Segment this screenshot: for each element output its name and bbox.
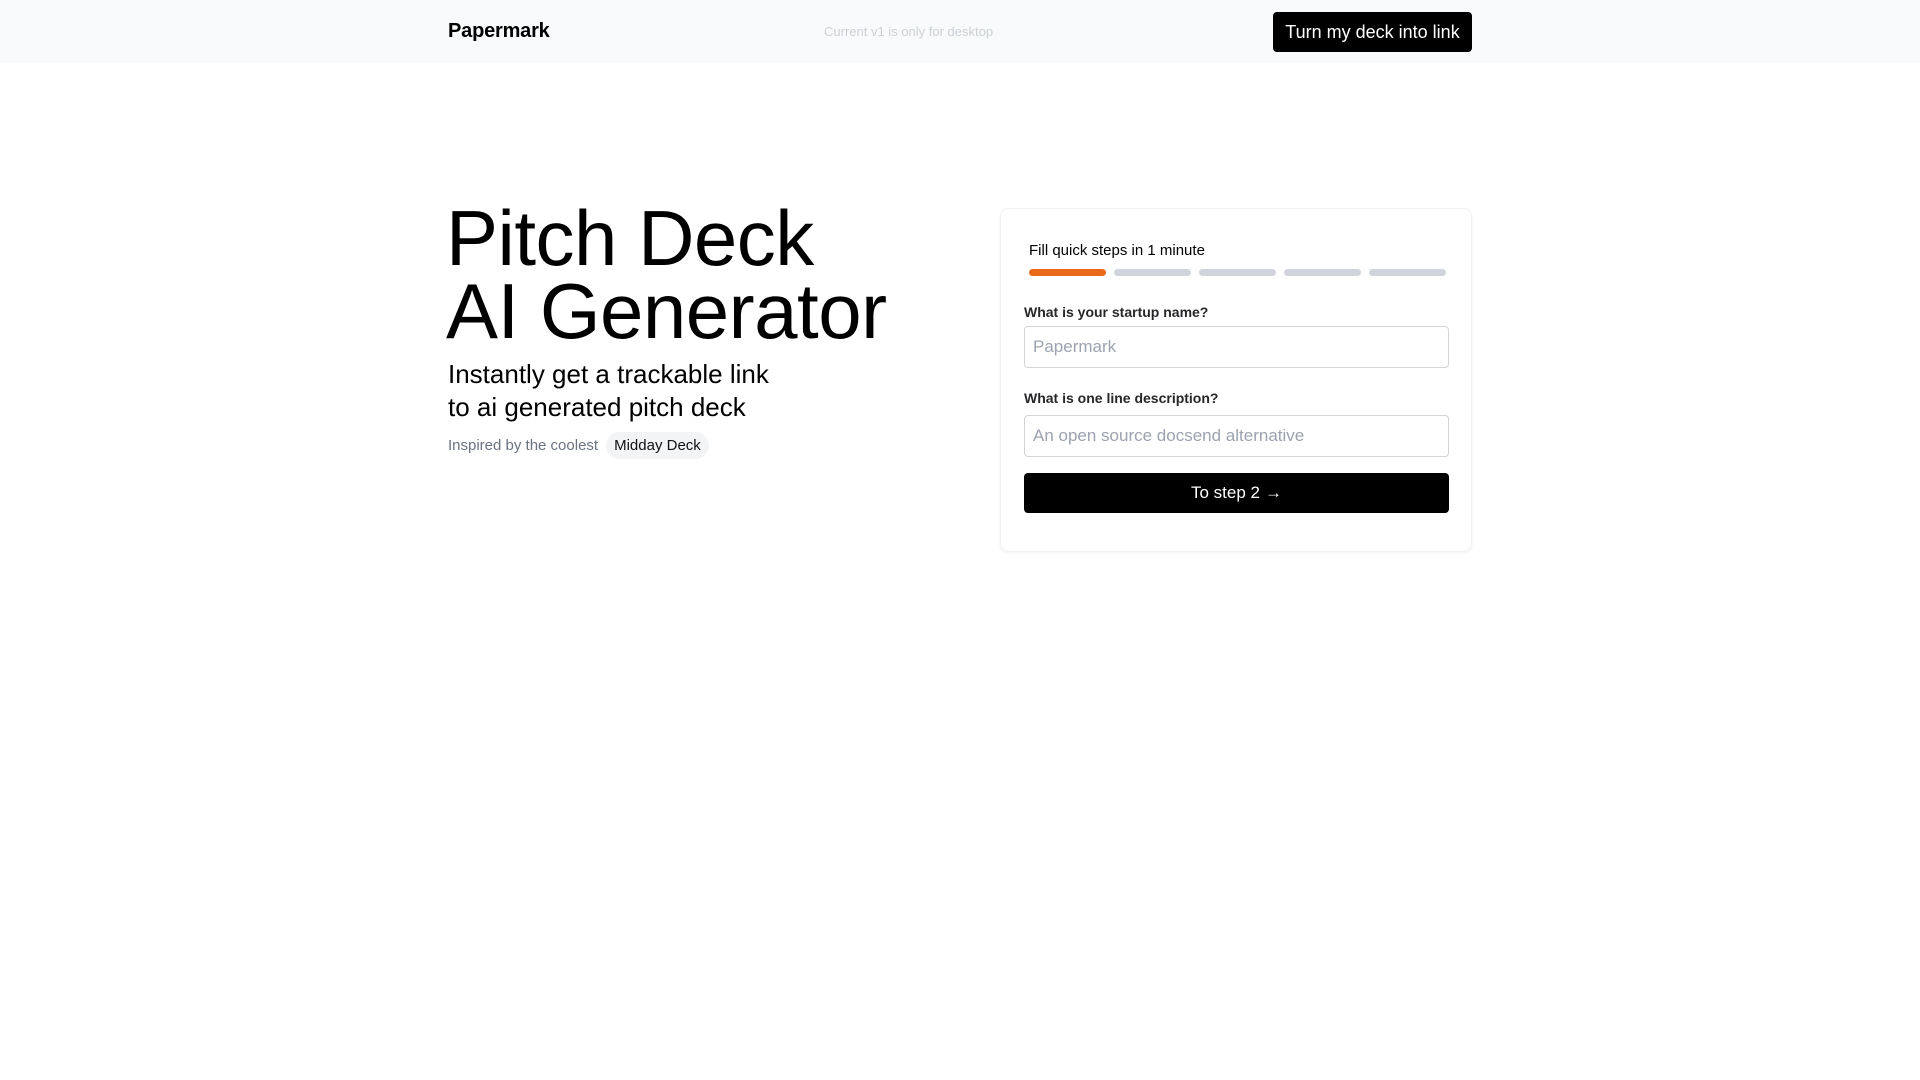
step-segment-1	[1029, 269, 1106, 276]
startup-name-input[interactable]	[1024, 326, 1449, 368]
brand-logo[interactable]: Papermark	[448, 20, 550, 43]
turn-deck-into-link-button[interactable]: Turn my deck into link	[1273, 12, 1472, 52]
description-label: What is one line description?	[1024, 390, 1219, 406]
hero-subtitle: Instantly get a trackable link to ai gen…	[448, 358, 769, 424]
step-segment-3	[1199, 269, 1276, 276]
arrow-right-icon: →	[1265, 483, 1282, 502]
top-bar: Papermark Current v1 is only for desktop…	[0, 0, 1920, 63]
to-step-2-label: To step 2	[1191, 483, 1260, 502]
inspired-by: Inspired by the coolest Midday Deck	[448, 432, 709, 459]
step-segment-2	[1114, 269, 1191, 276]
step-progress	[1029, 269, 1446, 276]
step-segment-4	[1284, 269, 1361, 276]
hero-title: Pitch Deck AI Generator	[446, 199, 887, 350]
desktop-notice: Current v1 is only for desktop	[824, 24, 994, 39]
to-step-2-button[interactable]: To step 2 →	[1024, 473, 1449, 513]
startup-name-label: What is your startup name?	[1024, 304, 1209, 320]
midday-deck-link[interactable]: Midday Deck	[606, 432, 709, 459]
hero-subtitle-line-2: to ai generated pitch deck	[448, 392, 746, 422]
description-input[interactable]	[1024, 415, 1449, 457]
hero-title-line-2: AI Generator	[446, 267, 887, 355]
inspired-label: Inspired by the coolest	[448, 437, 599, 454]
step-segment-5	[1369, 269, 1446, 276]
form-heading: Fill quick steps in 1 minute	[1029, 242, 1205, 259]
step-form-card: Fill quick steps in 1 minute What is you…	[1000, 208, 1472, 552]
hero-subtitle-line-1: Instantly get a trackable link	[448, 359, 769, 389]
